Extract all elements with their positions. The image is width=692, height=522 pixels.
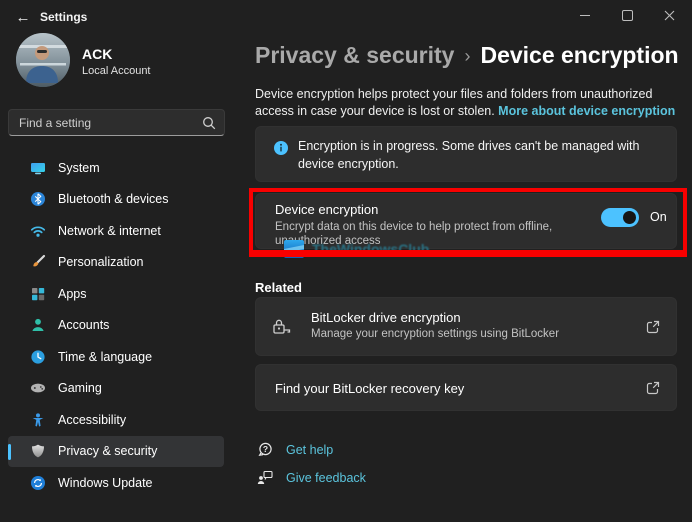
- apps-icon: [30, 286, 46, 302]
- sidebar-item-label: Time & language: [58, 350, 152, 364]
- back-button[interactable]: ←: [8, 5, 38, 29]
- sidebar-item-system[interactable]: System: [8, 152, 224, 184]
- account-type: Local Account: [82, 65, 151, 77]
- sidebar-item-apps[interactable]: Apps: [8, 278, 224, 310]
- find-recovery-key-card[interactable]: Find your BitLocker recovery key: [255, 364, 677, 411]
- sidebar-item-privacy-security[interactable]: Privacy & security: [8, 436, 224, 468]
- sidebar-nav: System Bluetooth & devices Network & int…: [0, 152, 232, 499]
- sidebar-item-label: Bluetooth & devices: [58, 192, 169, 206]
- breadcrumb: Privacy & security › Device encryption: [255, 42, 679, 69]
- bluetooth-icon: [30, 191, 46, 207]
- window-title: Settings: [40, 10, 87, 24]
- clock-icon: [30, 349, 46, 365]
- search-input[interactable]: [9, 110, 224, 135]
- toggle-state-label: On: [650, 210, 667, 224]
- gamepad-icon: [30, 380, 46, 396]
- search-icon[interactable]: [201, 115, 217, 131]
- system-icon: [30, 160, 46, 176]
- device-encryption-toggle[interactable]: [601, 208, 639, 227]
- give-feedback-link[interactable]: Give feedback: [257, 469, 366, 486]
- maximize-button[interactable]: [606, 0, 648, 30]
- accessibility-icon: [30, 412, 46, 428]
- bitlocker-drive-encryption-card[interactable]: BitLocker drive encryption Manage your e…: [255, 297, 677, 356]
- sidebar-item-personalization[interactable]: Personalization: [8, 247, 224, 279]
- maximize-icon: [622, 10, 633, 21]
- avatar: [16, 33, 70, 87]
- sidebar-item-windows-update[interactable]: Windows Update: [8, 467, 224, 499]
- help-icon: ?: [257, 441, 274, 458]
- feedback-icon: [257, 469, 274, 486]
- lock-key-icon: [272, 317, 292, 337]
- minimize-icon: [580, 15, 590, 16]
- person-icon: [30, 317, 46, 333]
- related-item-title: BitLocker drive encryption: [311, 310, 461, 325]
- paintbrush-icon: [30, 254, 46, 270]
- windows-update-icon: [30, 475, 46, 491]
- related-item-title: Find your BitLocker recovery key: [275, 381, 464, 396]
- shield-icon: [30, 443, 46, 459]
- toggle-knob: [623, 211, 636, 224]
- wifi-icon: [30, 223, 46, 239]
- footer-link-label: Get help: [286, 443, 333, 457]
- sidebar-item-label: Personalization: [58, 255, 143, 269]
- get-help-link[interactable]: ? Get help: [257, 441, 333, 458]
- sidebar-item-label: System: [58, 161, 100, 175]
- banner-message: Encryption is in progress. Some drives c…: [298, 137, 670, 173]
- account-name: ACK: [82, 46, 112, 62]
- account-header[interactable]: ACK Local Account: [16, 33, 226, 89]
- related-item-description: Manage your encryption settings using Bi…: [311, 328, 559, 340]
- close-icon: [664, 10, 675, 21]
- breadcrumb-parent[interactable]: Privacy & security: [255, 42, 454, 69]
- sidebar-item-label: Accessibility: [58, 413, 126, 427]
- related-heading: Related: [255, 280, 302, 295]
- sidebar-item-bluetooth-devices[interactable]: Bluetooth & devices: [8, 184, 224, 216]
- window-controls: [564, 0, 690, 30]
- info-icon: [273, 140, 289, 156]
- watermark-logo-icon: [283, 238, 305, 260]
- back-icon: ←: [16, 9, 31, 26]
- external-link-icon: [645, 319, 661, 335]
- more-about-link[interactable]: More about device encryption: [498, 104, 675, 118]
- sidebar-item-gaming[interactable]: Gaming: [8, 373, 224, 405]
- sidebar-item-label: Gaming: [58, 381, 102, 395]
- sidebar-item-label: Network & internet: [58, 224, 161, 238]
- selected-indicator: [8, 444, 11, 460]
- watermark: TheWindowsClub: [283, 238, 429, 260]
- search-box: [8, 109, 225, 136]
- chevron-right-icon: ›: [464, 44, 470, 67]
- footer-link-label: Give feedback: [286, 471, 366, 485]
- sidebar-item-label: Apps: [58, 287, 87, 301]
- sidebar-item-label: Windows Update: [58, 476, 153, 490]
- page-description: Device encryption helps protect your fil…: [255, 86, 689, 120]
- page-title: Device encryption: [480, 42, 678, 69]
- sidebar-item-accessibility[interactable]: Accessibility: [8, 404, 224, 436]
- info-banner: Encryption is in progress. Some drives c…: [255, 126, 677, 182]
- sidebar-item-time-language[interactable]: Time & language: [8, 341, 224, 373]
- settings-window: ← Settings: [0, 0, 692, 522]
- minimize-button[interactable]: [564, 0, 606, 30]
- svg-text:?: ?: [263, 444, 268, 454]
- sidebar-item-network-internet[interactable]: Network & internet: [8, 215, 224, 247]
- external-link-icon: [645, 380, 661, 396]
- sidebar-item-label: Accounts: [58, 318, 109, 332]
- watermark-text: TheWindowsClub: [312, 241, 429, 257]
- close-button[interactable]: [648, 0, 690, 30]
- setting-title: Device encryption: [275, 202, 378, 217]
- sidebar-item-accounts[interactable]: Accounts: [8, 310, 224, 342]
- sidebar-item-label: Privacy & security: [58, 444, 157, 458]
